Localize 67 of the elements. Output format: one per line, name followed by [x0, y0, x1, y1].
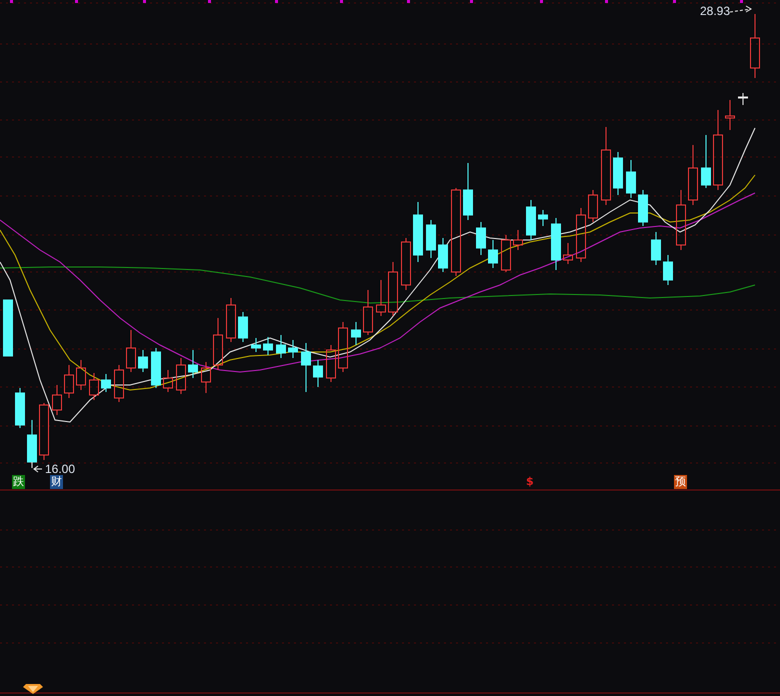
- candlestick: [301, 342, 311, 392]
- candlestick: [176, 358, 186, 394]
- candlestick: [676, 190, 686, 250]
- candlestick: [114, 364, 124, 402]
- candlestick: [388, 262, 398, 316]
- price-label: 16.00: [45, 461, 76, 476]
- candlestick: [738, 92, 748, 106]
- candlestick: [488, 240, 498, 268]
- candlestick: [326, 344, 336, 382]
- candlestick: [188, 350, 198, 378]
- candlestick: [401, 238, 411, 290]
- candlestick: [27, 420, 37, 462]
- signal-badge: 跌: [12, 475, 25, 489]
- candlestick: [89, 372, 99, 400]
- candlestick: [526, 200, 536, 240]
- candlestick: [376, 280, 386, 316]
- candlestick: [52, 384, 62, 416]
- candlestick: [651, 232, 661, 266]
- candlestick: [725, 100, 735, 130]
- candlestick: [126, 330, 136, 372]
- candlestick: [138, 350, 148, 372]
- candlestick: [613, 152, 623, 196]
- candlestick: [251, 338, 261, 352]
- candlestick: [538, 210, 548, 226]
- price-label: 28.93: [700, 3, 730, 19]
- candlestick: [163, 370, 173, 392]
- candlestick: [338, 322, 348, 372]
- candlestick: [201, 362, 211, 394]
- candlestick: [701, 134, 711, 188]
- candlestick: [76, 360, 86, 390]
- candlestick: [363, 290, 373, 336]
- candlestick: [288, 340, 298, 358]
- candlestick: [688, 144, 698, 206]
- diamond-icon: [23, 684, 43, 694]
- signal-badge: 预: [674, 475, 687, 489]
- candlestick: [3, 300, 13, 356]
- candlestick: [626, 160, 636, 198]
- signal-badge: 财: [50, 475, 63, 489]
- candlestick: [426, 220, 436, 258]
- signal-mark: $: [526, 475, 534, 489]
- candlestick: [351, 322, 361, 346]
- candlestick: [39, 402, 49, 460]
- candlestick: [638, 190, 648, 226]
- candlestick: [263, 336, 273, 356]
- candlestick: [563, 242, 573, 264]
- candlestick: [276, 334, 286, 358]
- candlestick: [238, 312, 248, 342]
- candlestick: [313, 360, 323, 388]
- candlestick: [576, 208, 586, 262]
- candlestick: [15, 388, 25, 428]
- candlestick: [501, 234, 511, 272]
- candlestick: [513, 230, 523, 250]
- candlestick: [226, 298, 236, 342]
- leader-arrow: [32, 462, 42, 472]
- candlestick: [463, 162, 473, 220]
- candlestick: [213, 318, 223, 370]
- candlestick: [413, 202, 423, 262]
- candlestick: [750, 14, 760, 78]
- candlestick: [551, 218, 561, 270]
- candlestick: [64, 364, 74, 398]
- leader-arrow: [730, 6, 752, 12]
- candlestick: [476, 222, 486, 256]
- candlestick: [663, 254, 673, 286]
- candlestick: [151, 348, 161, 388]
- candlestick: [101, 374, 111, 392]
- candlestick: [588, 190, 598, 222]
- candlestick: [438, 238, 448, 272]
